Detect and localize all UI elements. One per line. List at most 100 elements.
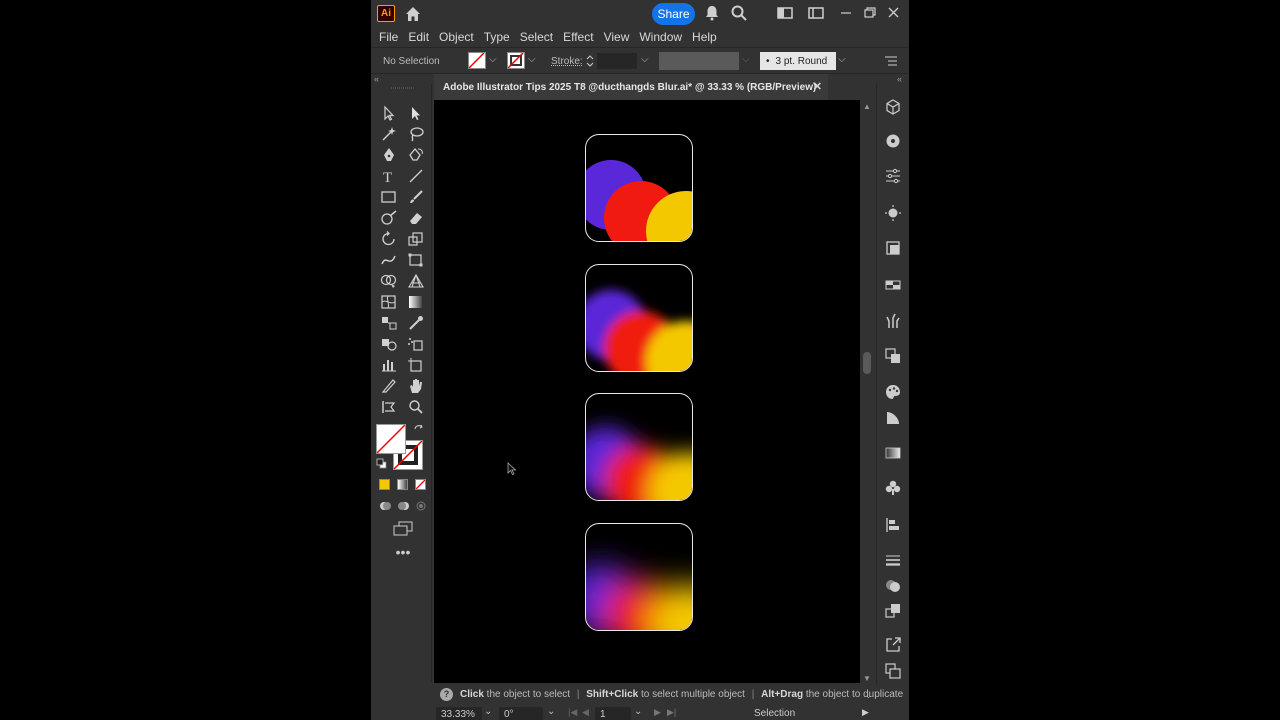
- curvature-tool-icon[interactable]: [406, 146, 426, 164]
- hand-tool-icon[interactable]: [406, 377, 426, 395]
- stroke-label[interactable]: Stroke:: [551, 56, 583, 67]
- color-mode-icon[interactable]: [379, 479, 390, 490]
- fill-dropdown-icon[interactable]: ⌵: [489, 54, 497, 65]
- last-artboard-icon[interactable]: ▶|: [667, 707, 676, 718]
- menu-effect[interactable]: Effect: [559, 30, 597, 44]
- export-icon[interactable]: [884, 636, 902, 654]
- gradient-tool-icon[interactable]: [406, 293, 426, 311]
- slice-tool-icon[interactable]: [379, 377, 399, 395]
- status-scroll-icon[interactable]: ⌄: [865, 691, 872, 700]
- pathfinder-icon[interactable]: [884, 347, 902, 365]
- default-fill-stroke-icon[interactable]: [376, 458, 387, 469]
- help-icon[interactable]: ?: [440, 688, 453, 701]
- magic-wand-tool-icon[interactable]: [379, 125, 399, 143]
- libraries-icon[interactable]: [884, 239, 902, 257]
- zoom-dropdown-icon[interactable]: ⌄: [484, 706, 492, 717]
- document-tab[interactable]: Adobe Illustrator Tips 2025 T8 @ducthang…: [434, 74, 828, 100]
- perspective-grid-tool-icon[interactable]: [406, 272, 426, 290]
- toolbar-grip[interactable]: [391, 86, 415, 90]
- tab-close-icon[interactable]: ✕: [813, 80, 822, 93]
- menu-window[interactable]: Window: [635, 30, 686, 44]
- home-icon[interactable]: [403, 4, 423, 24]
- blend-tool-icon[interactable]: [379, 314, 399, 332]
- stroke-weight-field[interactable]: [597, 53, 637, 69]
- rotation-dropdown-icon[interactable]: ⌄: [547, 706, 555, 717]
- workspace-switcher-icon[interactable]: [807, 4, 825, 22]
- rectangle-tool-icon[interactable]: [379, 188, 399, 206]
- export-assets-icon[interactable]: [884, 601, 902, 619]
- artboard-dropdown-icon[interactable]: ⌄: [634, 706, 642, 717]
- brushes-icon[interactable]: [884, 312, 902, 330]
- scroll-down-icon[interactable]: ▼: [863, 674, 871, 683]
- more-tools-icon[interactable]: •••: [393, 545, 413, 559]
- live-paint-bucket-tool-icon[interactable]: [379, 335, 399, 353]
- artboard-number-field[interactable]: 1: [595, 707, 631, 720]
- search-icon[interactable]: [730, 4, 748, 22]
- menu-view[interactable]: View: [600, 30, 634, 44]
- rotation-field[interactable]: 0°: [499, 707, 543, 720]
- fill-none-swatch[interactable]: [468, 52, 486, 69]
- artboard-tool-icon[interactable]: [406, 356, 426, 374]
- menu-file[interactable]: File: [375, 30, 402, 44]
- type-tool-icon[interactable]: T: [379, 167, 399, 186]
- menu-type[interactable]: Type: [480, 30, 514, 44]
- current-tool-label[interactable]: Selection: [754, 708, 795, 719]
- column-graph-tool-icon[interactable]: [379, 356, 399, 374]
- swap-fill-stroke-icon[interactable]: [413, 424, 425, 436]
- scroll-thumb[interactable]: [863, 352, 871, 374]
- eyedropper-tool-icon[interactable]: [406, 314, 426, 332]
- graphic-styles-icon[interactable]: [884, 577, 902, 595]
- draw-inside-icon[interactable]: [415, 500, 428, 512]
- panel-collapse-icon[interactable]: «: [897, 74, 902, 84]
- stroke-stepper[interactable]: [585, 52, 595, 70]
- draw-behind-icon[interactable]: [397, 500, 410, 512]
- zoom-tool-icon[interactable]: [406, 398, 426, 416]
- align-icon[interactable]: [884, 516, 902, 534]
- stroke-none-swatch[interactable]: [507, 52, 525, 69]
- menu-select[interactable]: Select: [516, 30, 557, 44]
- scroll-up-icon[interactable]: ▲: [863, 102, 871, 111]
- 3d-materials-icon[interactable]: [884, 98, 902, 116]
- next-artboard-icon[interactable]: ▶: [654, 707, 661, 718]
- close-icon[interactable]: [885, 4, 903, 22]
- prev-artboard-icon[interactable]: ◀: [582, 707, 589, 718]
- screen-mode-icon[interactable]: [392, 521, 414, 537]
- panel-menu-icon[interactable]: [884, 54, 898, 68]
- free-transform-tool-icon[interactable]: [406, 251, 426, 269]
- first-artboard-icon[interactable]: |◀: [568, 707, 577, 718]
- pen-tool-icon[interactable]: [379, 146, 399, 164]
- selection-tool-icon[interactable]: [379, 104, 399, 122]
- symbols-icon[interactable]: [884, 479, 902, 497]
- line-segment-tool-icon[interactable]: [406, 167, 426, 185]
- fill-swatch-front[interactable]: [376, 424, 406, 454]
- menu-object[interactable]: Object: [435, 30, 478, 44]
- gradient-mode-icon[interactable]: [397, 479, 408, 490]
- artwork-card-blur-2[interactable]: [585, 393, 693, 501]
- transparency-icon[interactable]: [884, 409, 902, 427]
- toolbar-collapse-icon[interactable]: «: [374, 74, 379, 84]
- transform-icon[interactable]: [884, 276, 902, 294]
- gradient-panel-icon[interactable]: [884, 444, 902, 462]
- scale-tool-icon[interactable]: [406, 230, 426, 248]
- brush-definition[interactable]: • 3 pt. Round: [760, 52, 836, 70]
- properties-icon[interactable]: [884, 167, 902, 185]
- status-menu-icon[interactable]: ▶: [862, 707, 869, 718]
- rotate-tool-icon[interactable]: [379, 230, 399, 248]
- puppet-warp-tool-icon[interactable]: [379, 398, 399, 416]
- stroke-panel-icon[interactable]: [884, 551, 902, 569]
- mesh-tool-icon[interactable]: [379, 293, 399, 311]
- variable-width-profile[interactable]: [659, 52, 739, 70]
- profile-dropdown-icon[interactable]: ⌵: [742, 54, 750, 65]
- share-button[interactable]: Share: [652, 3, 695, 25]
- shape-builder-tool-icon[interactable]: [379, 272, 399, 290]
- artwork-card-blur-3[interactable]: [585, 523, 693, 631]
- artboards-panel-icon[interactable]: [884, 662, 902, 680]
- stroke-dropdown-icon[interactable]: ⌵: [528, 54, 536, 65]
- symbol-sprayer-tool-icon[interactable]: [406, 335, 426, 353]
- vertical-scrollbar[interactable]: ▲ ▼: [860, 100, 874, 683]
- swatches-icon[interactable]: [884, 383, 902, 401]
- restore-icon[interactable]: [861, 4, 879, 22]
- appearance-icon[interactable]: [884, 204, 902, 222]
- draw-normal-icon[interactable]: [379, 500, 392, 512]
- menu-help[interactable]: Help: [688, 30, 721, 44]
